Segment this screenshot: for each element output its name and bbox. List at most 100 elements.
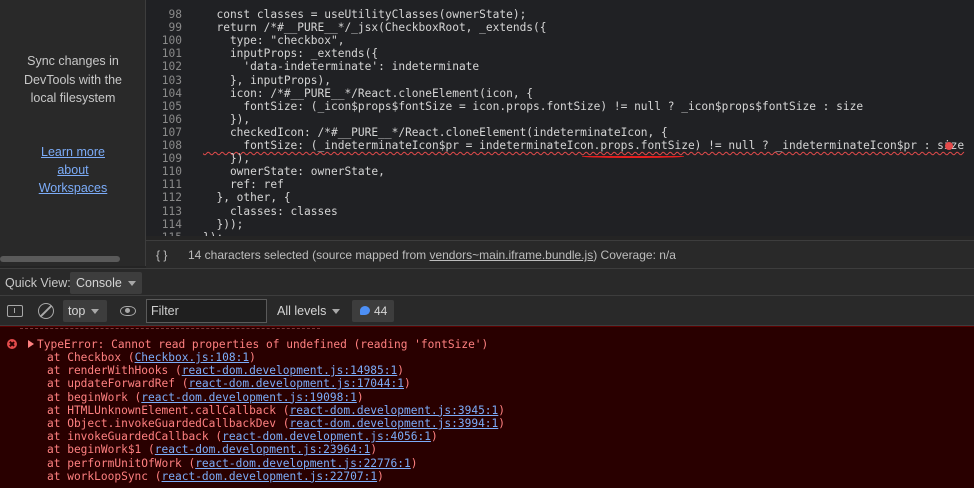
stack-frame: at performUnitOfWork (react-dom.developm…: [47, 457, 417, 470]
error-message[interactable]: TypeError: Cannot read properties of und…: [37, 338, 488, 351]
line-number[interactable]: 108: [146, 139, 182, 152]
line-number[interactable]: 106: [146, 113, 182, 126]
stack-frame-link[interactable]: react-dom.development.js:14985:1: [182, 364, 398, 377]
stack-frame-link[interactable]: react-dom.development.js:3994:1: [289, 417, 498, 430]
stack-frame: at beginWork (react-dom.development.js:1…: [47, 391, 364, 404]
stack-frame-link[interactable]: react-dom.development.js:19098:1: [141, 391, 357, 404]
stack-frame-close: ): [377, 469, 384, 483]
line-number[interactable]: 109: [146, 152, 182, 165]
stack-frame-close: ): [370, 443, 378, 457]
line-number[interactable]: 103: [146, 74, 182, 87]
issues-badge[interactable]: 44: [352, 300, 394, 322]
line-number[interactable]: 99: [146, 21, 182, 34]
stack-frame-close: ): [249, 351, 256, 364]
console-drawer-tab[interactable]: Console: [70, 272, 142, 294]
code-text[interactable]: inputProps: _extends({: [203, 47, 378, 60]
quick-view-label: Quick View:: [5, 276, 71, 290]
message-bubble-icon: [360, 306, 370, 315]
code-text[interactable]: icon: /*#__PURE__*/React.cloneElement(ic…: [203, 87, 533, 100]
stack-frame: at Object.invokeGuardedCallbackDev (reac…: [47, 417, 505, 430]
error-marker-icon[interactable]: [945, 142, 953, 150]
console-messages: TypeError: Cannot read properties of und…: [0, 326, 974, 488]
context-selector[interactable]: top: [63, 300, 107, 322]
stack-frame: at HTMLUnknownElement.callCallback (reac…: [47, 404, 505, 417]
live-expression-eye-icon[interactable]: [120, 306, 136, 316]
stack-frame-function: at beginWork (: [47, 390, 142, 404]
console-tab-label: Console: [76, 276, 122, 290]
stack-frame-close: ): [430, 430, 438, 444]
stack-frame-function: at renderWithHooks (: [47, 364, 182, 378]
stack-frame-function: at Checkbox (: [47, 351, 135, 364]
line-number[interactable]: 112: [146, 191, 182, 204]
source-editor[interactable]: 98 const classes = useUtilityClasses(own…: [146, 0, 974, 236]
stack-frame-link[interactable]: react-dom.development.js:17044:1: [188, 377, 404, 390]
stack-frame-close: ): [498, 403, 506, 417]
line-number[interactable]: 107: [146, 126, 182, 139]
line-number[interactable]: 104: [146, 87, 182, 100]
stack-frame: at invokeGuardedCallback (react-dom.deve…: [47, 430, 438, 443]
learn-more-workspaces-link[interactable]: Learn more about Workspaces: [0, 143, 146, 197]
show-sidebar-icon[interactable]: [7, 305, 23, 317]
code-text[interactable]: }, other, {: [203, 191, 290, 204]
stack-frame-close: ): [404, 377, 411, 391]
stack-frame-function: at updateForwardRef (: [47, 377, 189, 391]
line-number[interactable]: 114: [146, 218, 182, 231]
line-number[interactable]: 98: [146, 8, 182, 21]
pretty-print-button[interactable]: { }: [156, 241, 167, 269]
code-text[interactable]: 'data-indeterminate': indeterminate: [203, 60, 479, 73]
code-text[interactable]: classes: classes: [203, 205, 338, 218]
line-number[interactable]: 102: [146, 60, 182, 73]
code-text[interactable]: ref: ref: [203, 178, 284, 191]
navigator-sidebar: Sync changes in DevTools with the local …: [0, 0, 146, 266]
code-text[interactable]: fontSize: (_indeterminateIcon$pr = indet…: [203, 139, 964, 152]
code-text[interactable]: checkedIcon: /*#__PURE__*/React.cloneEle…: [203, 126, 668, 139]
console-toolbar: top All levels 44: [0, 296, 974, 326]
code-text[interactable]: }),: [203, 152, 250, 165]
stack-frame-function: at workLoopSync (: [47, 469, 162, 483]
code-text[interactable]: type: "checkbox",: [203, 34, 345, 47]
stack-frame-function: at Object.invokeGuardedCallbackDev (: [47, 417, 290, 430]
code-text[interactable]: });: [203, 231, 223, 236]
code-text[interactable]: const classes = useUtilityClasses(ownerS…: [203, 8, 526, 21]
code-text[interactable]: }),: [203, 113, 250, 126]
stack-frame-link[interactable]: Checkbox.js:108:1: [135, 351, 250, 364]
chevron-down-icon: [91, 309, 100, 315]
stack-frame-close: ): [410, 456, 418, 470]
code-text[interactable]: }, inputProps),: [203, 74, 331, 87]
stack-frame-link[interactable]: react-dom.development.js:3945:1: [289, 404, 498, 417]
stack-frame: at beginWork$1 (react-dom.development.js…: [47, 443, 377, 456]
message-count: 44: [374, 304, 388, 318]
stack-frame-function: at invokeGuardedCallback (: [47, 430, 223, 444]
code-text[interactable]: return /*#__PURE__*/_jsx(CheckboxRoot, _…: [203, 21, 546, 34]
sidebar-scrollbar[interactable]: [0, 256, 120, 262]
source-map-link[interactable]: vendors~main.iframe.bundle.js: [429, 248, 593, 262]
clear-console-icon[interactable]: [38, 303, 54, 319]
stack-frame-link[interactable]: react-dom.development.js:22707:1: [162, 470, 378, 483]
stack-frame-close: ): [356, 390, 364, 404]
expand-triangle-icon[interactable]: [28, 340, 34, 348]
code-text[interactable]: fontSize: (_icon$props$fontSize = icon.p…: [203, 100, 863, 113]
code-text[interactable]: ownerState: ownerState,: [203, 165, 385, 178]
stack-frame-function: at performUnitOfWork (: [47, 456, 196, 470]
chevron-down-icon: [332, 309, 341, 315]
filter-input[interactable]: [146, 299, 267, 323]
annotation-underline: [582, 155, 684, 158]
line-number[interactable]: 105: [146, 100, 182, 113]
stack-frame-link[interactable]: react-dom.development.js:22776:1: [195, 457, 411, 470]
editor-status-bar: { } 14 characters selected (source mappe…: [146, 240, 974, 268]
stack-frame-link[interactable]: react-dom.development.js:4056:1: [222, 430, 431, 443]
context-label: top: [68, 304, 86, 318]
quick-view-bar: Quick View: Console: [0, 268, 974, 296]
line-number[interactable]: 113: [146, 205, 182, 218]
stack-frame: at Checkbox (Checkbox.js:108:1): [47, 351, 256, 364]
selection-status-prefix: 14 characters selected (source mapped fr…: [188, 248, 430, 262]
workspace-message: Sync changes in DevTools with the local …: [24, 54, 122, 105]
line-number[interactable]: 100: [146, 34, 182, 47]
stack-frame-link[interactable]: react-dom.development.js:23964:1: [155, 443, 371, 456]
log-levels-dropdown[interactable]: All levels: [277, 300, 341, 322]
line-number[interactable]: 110: [146, 165, 182, 178]
line-number[interactable]: 101: [146, 47, 182, 60]
line-number[interactable]: 115: [146, 231, 182, 236]
code-text[interactable]: }));: [203, 218, 243, 231]
line-number[interactable]: 111: [146, 178, 182, 191]
